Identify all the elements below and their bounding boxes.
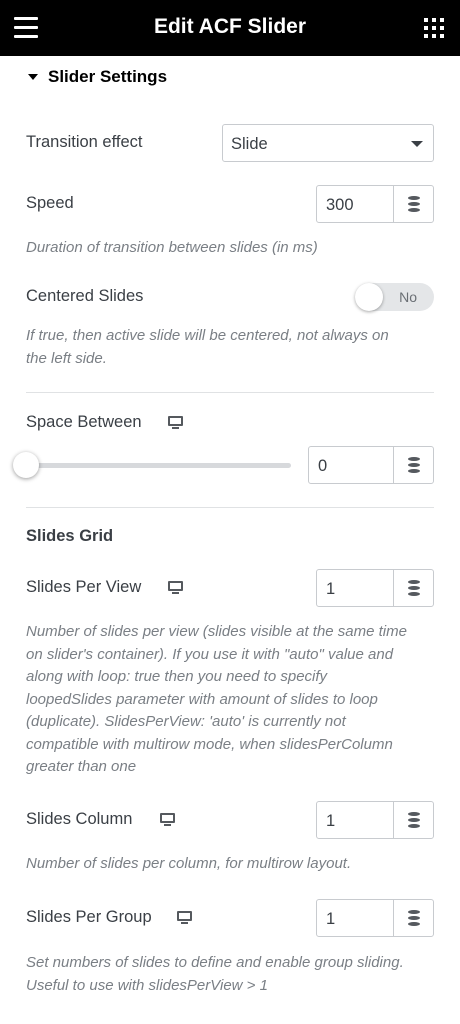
database-icon	[408, 580, 420, 596]
slides-column-description: Number of slides per column, for multiro…	[26, 855, 352, 872]
description-line: Useful to use with slidesPerView > 1	[26, 976, 268, 994]
toggle-knob	[355, 283, 383, 311]
slides-column-label: Slides Column	[26, 810, 133, 828]
database-icon	[408, 196, 420, 212]
toggle-text: No	[399, 289, 417, 305]
description-line: greater than one	[26, 758, 137, 775]
dynamic-tags-button[interactable]	[393, 802, 433, 838]
space-between-input[interactable]: 0	[308, 446, 434, 484]
dynamic-tags-button[interactable]	[393, 186, 433, 222]
dynamic-tags-button[interactable]	[393, 447, 433, 483]
slides-per-view-description: Number of slides per view (slides visibl…	[26, 621, 434, 779]
description-line: along with loop: true then you need to s…	[26, 668, 328, 685]
section-title: Slider Settings	[48, 67, 168, 86]
space-between-slider-track[interactable]	[26, 463, 291, 468]
speed-value: 300	[326, 196, 354, 214]
database-icon	[408, 910, 420, 926]
top-bar: Edit ACF Slider	[0, 0, 460, 56]
desktop-responsive-icon[interactable]	[168, 416, 183, 430]
centered-slides-label: Centered Slides	[26, 287, 144, 305]
section-toggle-slider-settings[interactable]: Slider Settings	[28, 66, 167, 88]
description-line: on slider's container). If you use it wi…	[26, 645, 394, 663]
chevron-down-icon	[411, 141, 423, 147]
slides-per-view-input[interactable]: 1	[316, 569, 434, 607]
dynamic-tags-button[interactable]	[393, 570, 433, 606]
slides-per-group-label: Slides Per Group	[26, 908, 152, 926]
grid-apps-icon[interactable]	[424, 18, 444, 38]
database-icon	[408, 457, 420, 473]
database-icon	[408, 812, 420, 828]
description-line: loopedSlides parameter with amount of sl…	[26, 690, 378, 708]
slides-per-group-value: 1	[326, 910, 336, 928]
transition-effect-label: Transition effect	[26, 133, 143, 151]
centered-slides-toggle[interactable]: No	[355, 283, 434, 311]
description-line: compatible with multirow mode, when slid…	[26, 735, 393, 753]
page-title: Edit ACF Slider	[153, 15, 307, 38]
transition-effect-select[interactable]: Slide	[222, 124, 434, 162]
description-line: Set numbers of slides to define and enab…	[26, 954, 404, 971]
slides-per-view-value: 1	[326, 580, 336, 598]
speed-label: Speed	[26, 194, 74, 212]
slides-per-group-description: Set numbers of slides to define and enab…	[26, 952, 434, 997]
desktop-responsive-icon[interactable]	[160, 813, 175, 827]
description-line: Number of slides per view (slides visibl…	[26, 623, 407, 640]
description-line: If true, then active slide will be cente…	[26, 327, 389, 344]
slides-grid-heading: Slides Grid	[26, 527, 114, 545]
slides-column-value: 1	[326, 812, 336, 830]
desktop-responsive-icon[interactable]	[168, 581, 183, 595]
centered-slides-description: If true, then active slide will be cente…	[26, 325, 434, 370]
slides-per-view-label: Slides Per View	[26, 578, 142, 596]
dynamic-tags-button[interactable]	[393, 900, 433, 936]
slides-column-input[interactable]: 1	[316, 801, 434, 839]
space-between-slider-handle[interactable]	[13, 452, 39, 478]
caret-down-icon	[28, 74, 38, 80]
desktop-responsive-icon[interactable]	[177, 911, 192, 925]
speed-input[interactable]: 300	[316, 185, 434, 223]
divider	[26, 392, 434, 393]
divider	[26, 507, 434, 508]
description-line: (duplicate). SlidesPerView: 'auto' is cu…	[26, 713, 346, 730]
speed-description: Duration of transition between slides (i…	[26, 239, 318, 256]
slides-per-group-input[interactable]: 1	[316, 899, 434, 937]
space-between-value: 0	[318, 457, 328, 475]
space-between-label: Space Between	[26, 413, 142, 431]
description-line: the left side.	[26, 349, 107, 367]
transition-effect-value: Slide	[231, 135, 268, 153]
